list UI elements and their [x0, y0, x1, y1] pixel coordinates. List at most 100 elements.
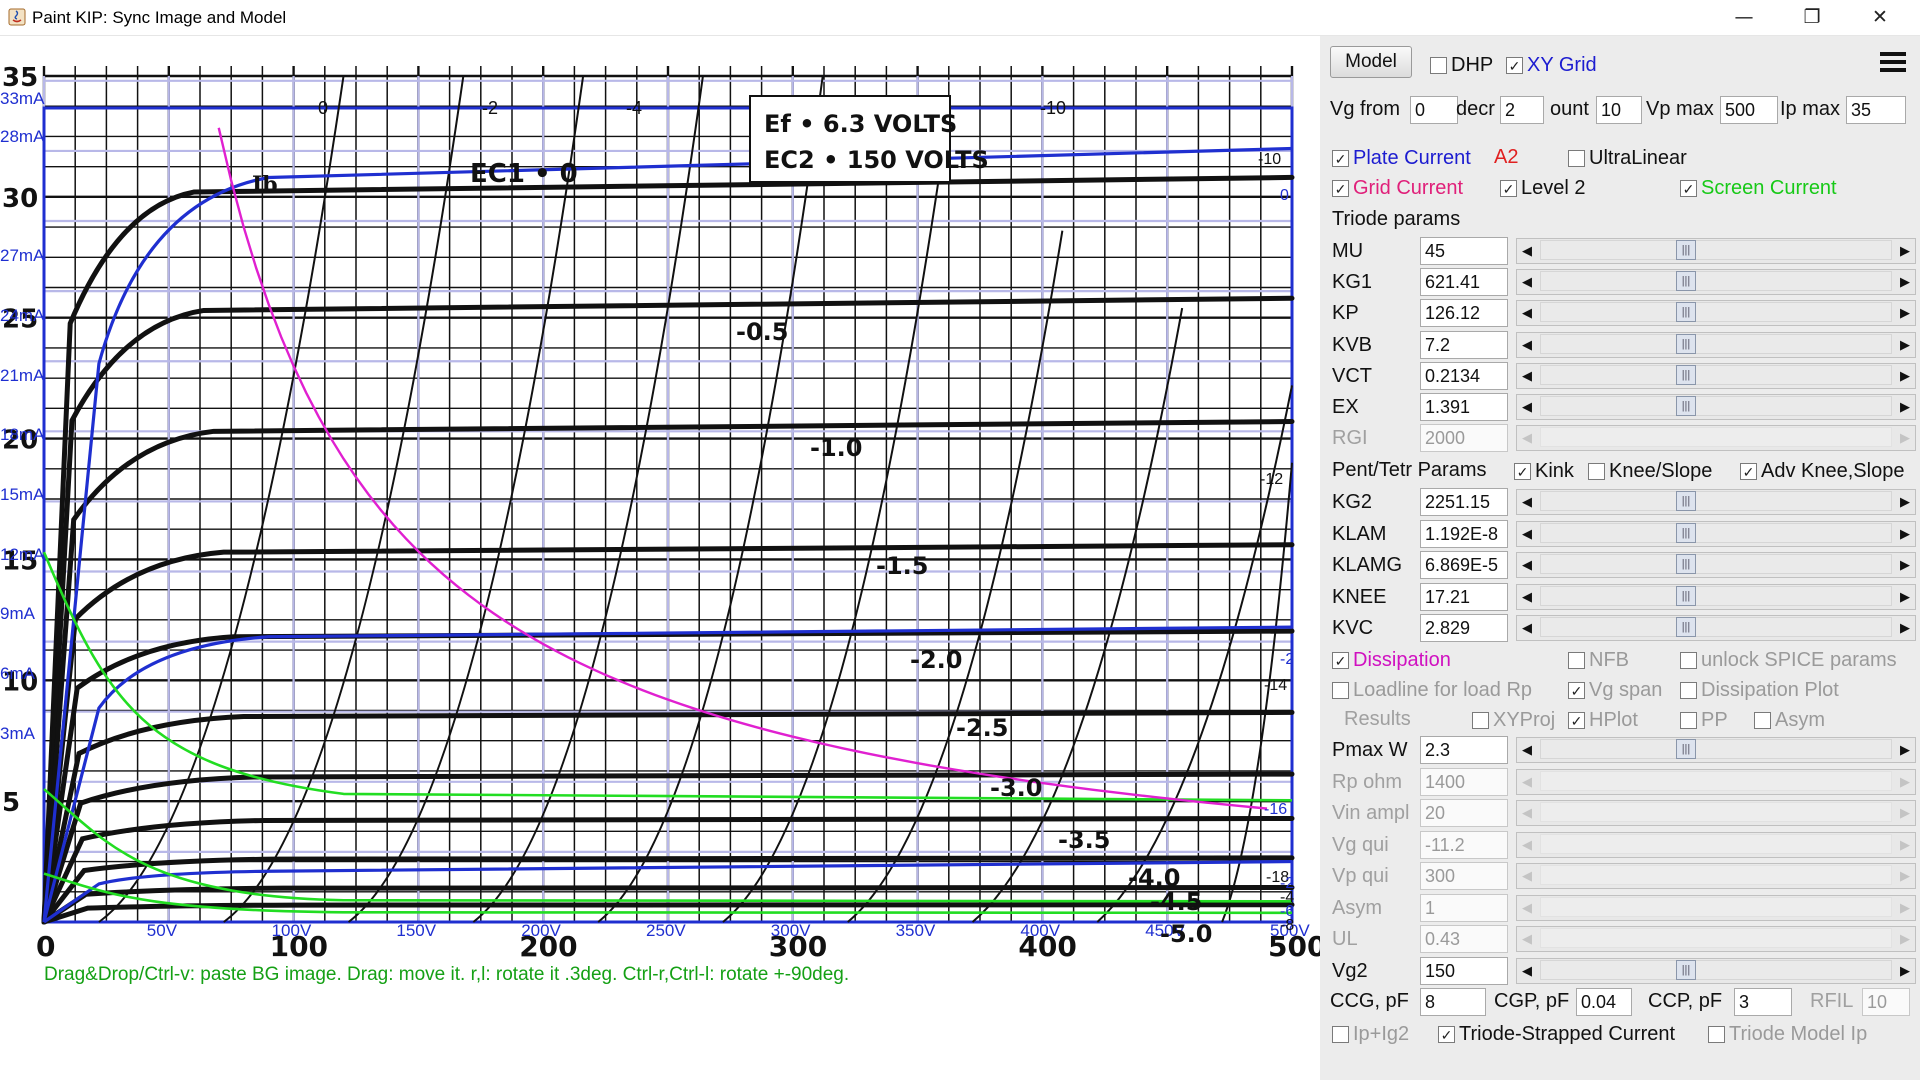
param-klamg-slider[interactable]: ◀ ||| ▶: [1516, 552, 1916, 578]
param-rgi-slider-track[interactable]: [1540, 427, 1892, 447]
param-vct-slider-track[interactable]: [1540, 365, 1892, 385]
dissipation-checkbox[interactable]: ✓ Dissipation: [1332, 649, 1451, 672]
param-mu-input[interactable]: 45: [1420, 237, 1508, 265]
param-klam-slider-track[interactable]: [1540, 523, 1892, 543]
param-kg2-slider-left-arrow-icon[interactable]: ◀: [1516, 489, 1538, 515]
op-vg-qui-slider-right-arrow-icon[interactable]: ▶: [1894, 832, 1916, 858]
op-pmax-w-slider[interactable]: ◀ ||| ▶: [1516, 737, 1916, 763]
adv-knee-checkbox[interactable]: ✓ Adv Knee,Slope: [1740, 460, 1904, 483]
param-kvb-slider-left-arrow-icon[interactable]: ◀: [1516, 332, 1538, 358]
ccp-input[interactable]: 3: [1734, 988, 1792, 1016]
close-button[interactable]: ✕: [1848, 0, 1912, 34]
param-kg1-slider-left-arrow-icon[interactable]: ◀: [1516, 269, 1538, 295]
plate-current-checkbox[interactable]: ✓ Plate Current: [1332, 147, 1471, 170]
op-asym-slider[interactable]: ◀ ▶: [1516, 895, 1916, 921]
param-kg1-slider-track[interactable]: [1540, 271, 1892, 291]
param-ex-slider-track[interactable]: [1540, 396, 1892, 416]
op-vp-qui-slider-track[interactable]: [1540, 865, 1892, 885]
param-kvc-slider-track[interactable]: [1540, 617, 1892, 637]
op-vg2-slider[interactable]: ◀ ||| ▶: [1516, 958, 1916, 984]
param-ex-slider-thumb[interactable]: |||: [1676, 396, 1696, 416]
op-vp-qui-slider-left-arrow-icon[interactable]: ◀: [1516, 863, 1538, 889]
param-klam-slider-left-arrow-icon[interactable]: ◀: [1516, 521, 1538, 547]
param-kp-slider[interactable]: ◀ ||| ▶: [1516, 300, 1916, 326]
param-mu-slider[interactable]: ◀ ||| ▶: [1516, 238, 1916, 264]
vg-from-input[interactable]: 0: [1410, 96, 1458, 124]
param-kp-slider-track[interactable]: [1540, 302, 1892, 322]
op-vg-qui-slider-left-arrow-icon[interactable]: ◀: [1516, 832, 1538, 858]
kink-checkbox[interactable]: ✓ Kink: [1514, 460, 1574, 483]
kink-checkbox-box[interactable]: ✓: [1514, 463, 1531, 480]
op-vp-qui-slider[interactable]: ◀ ▶: [1516, 863, 1916, 889]
rfil-input[interactable]: 10: [1862, 988, 1910, 1016]
ultralinear-checkbox-box[interactable]: [1568, 150, 1585, 167]
op-vg2-input[interactable]: 150: [1420, 957, 1508, 985]
op-ul-slider-left-arrow-icon[interactable]: ◀: [1516, 926, 1538, 952]
param-klamg-slider-thumb[interactable]: |||: [1676, 554, 1696, 574]
param-vct-slider-left-arrow-icon[interactable]: ◀: [1516, 363, 1538, 389]
op-asym-input[interactable]: 1: [1420, 894, 1508, 922]
hplot-checkbox[interactable]: ✓ HPlot: [1568, 709, 1638, 732]
nfb-checkbox[interactable]: NFB: [1568, 649, 1629, 672]
param-vct-input[interactable]: 0.2134: [1420, 362, 1508, 390]
param-knee-slider-track[interactable]: [1540, 586, 1892, 606]
param-klam-slider-thumb[interactable]: |||: [1676, 523, 1696, 543]
param-knee-input[interactable]: 17.21: [1420, 583, 1508, 611]
maximize-button[interactable]: ❐: [1780, 0, 1844, 34]
pp-checkbox[interactable]: PP: [1680, 709, 1728, 732]
knee-slope-checkbox[interactable]: Knee/Slope: [1588, 460, 1712, 483]
asym-checkbox-box[interactable]: [1754, 712, 1771, 729]
param-klam-slider[interactable]: ◀ ||| ▶: [1516, 521, 1916, 547]
param-kg2-input[interactable]: 2251.15: [1420, 488, 1508, 516]
triode-model-ip-checkbox-box[interactable]: [1708, 1026, 1725, 1043]
param-klamg-input[interactable]: 6.869E-5: [1420, 551, 1508, 579]
op-vg2-slider-left-arrow-icon[interactable]: ◀: [1516, 958, 1538, 984]
op-pmax-w-slider-left-arrow-icon[interactable]: ◀: [1516, 737, 1538, 763]
knee-slope-checkbox-box[interactable]: [1588, 463, 1605, 480]
param-kp-slider-thumb[interactable]: |||: [1676, 302, 1696, 322]
hplot-checkbox-box[interactable]: ✓: [1568, 712, 1585, 729]
loadline-checkbox-box[interactable]: [1332, 682, 1349, 699]
ip-ig2-checkbox[interactable]: Ip+Ig2: [1332, 1023, 1409, 1046]
op-asym-slider-right-arrow-icon[interactable]: ▶: [1894, 895, 1916, 921]
grid-current-checkbox[interactable]: ✓ Grid Current: [1332, 177, 1463, 200]
param-rgi-slider-left-arrow-icon[interactable]: ◀: [1516, 425, 1538, 451]
model-button[interactable]: Model: [1330, 46, 1412, 78]
param-kg1-input[interactable]: 621.41: [1420, 268, 1508, 296]
param-kg2-slider-right-arrow-icon[interactable]: ▶: [1894, 489, 1916, 515]
param-ex-slider[interactable]: ◀ ||| ▶: [1516, 394, 1916, 420]
graph-canvas[interactable]: 0-2-4-6-8-10Ef • 6.3 VOLTSEC2 • 150 VOLT…: [0, 36, 1320, 1080]
param-mu-slider-track[interactable]: [1540, 240, 1892, 260]
op-vp-qui-input[interactable]: 300: [1420, 862, 1508, 890]
param-knee-slider-right-arrow-icon[interactable]: ▶: [1894, 584, 1916, 610]
ccg-input[interactable]: 8: [1420, 988, 1486, 1016]
param-klamg-slider-right-arrow-icon[interactable]: ▶: [1894, 552, 1916, 578]
unlock-spice-checkbox[interactable]: unlock SPICE params: [1680, 649, 1897, 672]
param-klam-slider-right-arrow-icon[interactable]: ▶: [1894, 521, 1916, 547]
param-kg2-slider[interactable]: ◀ ||| ▶: [1516, 489, 1916, 515]
screen-current-checkbox-box[interactable]: ✓: [1680, 180, 1697, 197]
param-kvb-slider-track[interactable]: [1540, 334, 1892, 354]
triode-model-ip-checkbox[interactable]: Triode Model Ip: [1708, 1023, 1867, 1046]
op-pmax-w-slider-right-arrow-icon[interactable]: ▶: [1894, 737, 1916, 763]
param-kvc-input[interactable]: 2.829: [1420, 614, 1508, 642]
ultralinear-checkbox[interactable]: UltraLinear: [1568, 147, 1687, 170]
ip-ig2-checkbox-box[interactable]: [1332, 1026, 1349, 1043]
param-vct-slider[interactable]: ◀ ||| ▶: [1516, 363, 1916, 389]
hamburger-menu-icon[interactable]: [1876, 46, 1910, 78]
plate-current-checkbox-box[interactable]: ✓: [1332, 150, 1349, 167]
op-vg-qui-input[interactable]: -11.2: [1420, 831, 1508, 859]
level2-checkbox[interactable]: ✓ Level 2: [1500, 177, 1586, 200]
dissipation-plot-checkbox[interactable]: Dissipation Plot: [1680, 679, 1839, 702]
op-ul-input[interactable]: 0.43: [1420, 925, 1508, 953]
param-kvc-slider-left-arrow-icon[interactable]: ◀: [1516, 615, 1538, 641]
asym-checkbox[interactable]: Asym: [1754, 709, 1825, 732]
op-ul-slider[interactable]: ◀ ▶: [1516, 926, 1916, 952]
op-ul-slider-track[interactable]: [1540, 928, 1892, 948]
minimize-button[interactable]: —: [1712, 0, 1776, 34]
op-rp-ohm-input[interactable]: 1400: [1420, 768, 1508, 796]
op-vg2-slider-right-arrow-icon[interactable]: ▶: [1894, 958, 1916, 984]
cgp-input[interactable]: 0.04: [1576, 988, 1632, 1016]
param-kvb-slider-right-arrow-icon[interactable]: ▶: [1894, 332, 1916, 358]
op-rp-ohm-slider-left-arrow-icon[interactable]: ◀: [1516, 769, 1538, 795]
